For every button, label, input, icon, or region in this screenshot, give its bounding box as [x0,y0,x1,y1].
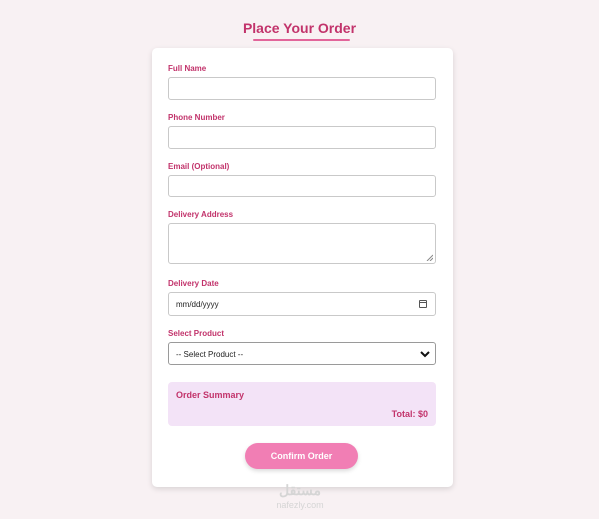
phone-label: Phone Number [168,113,225,122]
email-input[interactable] [168,175,436,197]
order-form-card: Full Name Phone Number Email (Optional) … [152,48,453,487]
order-summary: Order Summary Total: $0 [168,382,436,426]
page-title: Place Your Order [242,20,357,36]
email-label: Email (Optional) [168,162,230,171]
full-name-input[interactable] [168,77,436,100]
watermark-logo: مستقل [279,482,321,498]
product-select-value: -- Select Product -- [176,350,244,359]
watermark-site: nafezly.com [276,500,324,510]
delivery-date-input[interactable]: mm/dd/yyyy [168,292,436,316]
order-summary-title: Order Summary [176,390,245,400]
watermark: مستقل nafezly.com [262,482,338,518]
chevron-down-icon [420,351,430,358]
address-label: Delivery Address [168,210,234,219]
resize-handle-icon[interactable] [426,254,433,261]
confirm-order-button[interactable]: Confirm Order [245,443,358,469]
product-select[interactable]: -- Select Product -- [168,342,436,365]
title-underline [253,39,350,41]
full-name-label: Full Name [168,64,207,73]
date-placeholder: mm/dd/yyyy [176,300,219,309]
calendar-icon[interactable] [419,300,427,308]
product-label: Select Product [168,329,225,338]
date-label: Delivery Date [168,279,219,288]
address-textarea[interactable] [168,223,436,264]
phone-input[interactable] [168,126,436,149]
order-total: Total: $0 [391,409,428,419]
